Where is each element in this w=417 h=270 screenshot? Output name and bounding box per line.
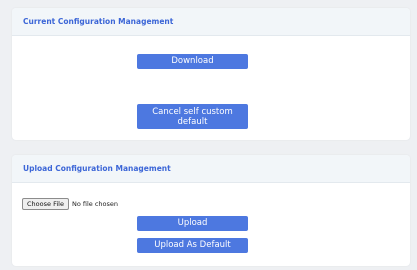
cancel-self-custom-default-button[interactable]: Cancel self custom default — [137, 104, 248, 129]
no-file-chosen-label: No file chosen — [71, 199, 118, 208]
current-configuration-title: Current Configuration Management — [12, 8, 410, 36]
upload-button[interactable]: Upload — [137, 216, 248, 231]
upload-configuration-panel: Upload Configuration Management Choose F… — [12, 155, 410, 266]
file-picker: Choose File No file chosen — [22, 197, 118, 210]
upload-as-default-button[interactable]: Upload As Default — [137, 238, 248, 253]
upload-configuration-title: Upload Configuration Management — [12, 155, 410, 183]
download-button[interactable]: Download — [137, 54, 248, 69]
choose-file-button[interactable]: Choose File — [22, 197, 69, 210]
current-configuration-panel: Current Configuration Management Downloa… — [12, 8, 410, 140]
